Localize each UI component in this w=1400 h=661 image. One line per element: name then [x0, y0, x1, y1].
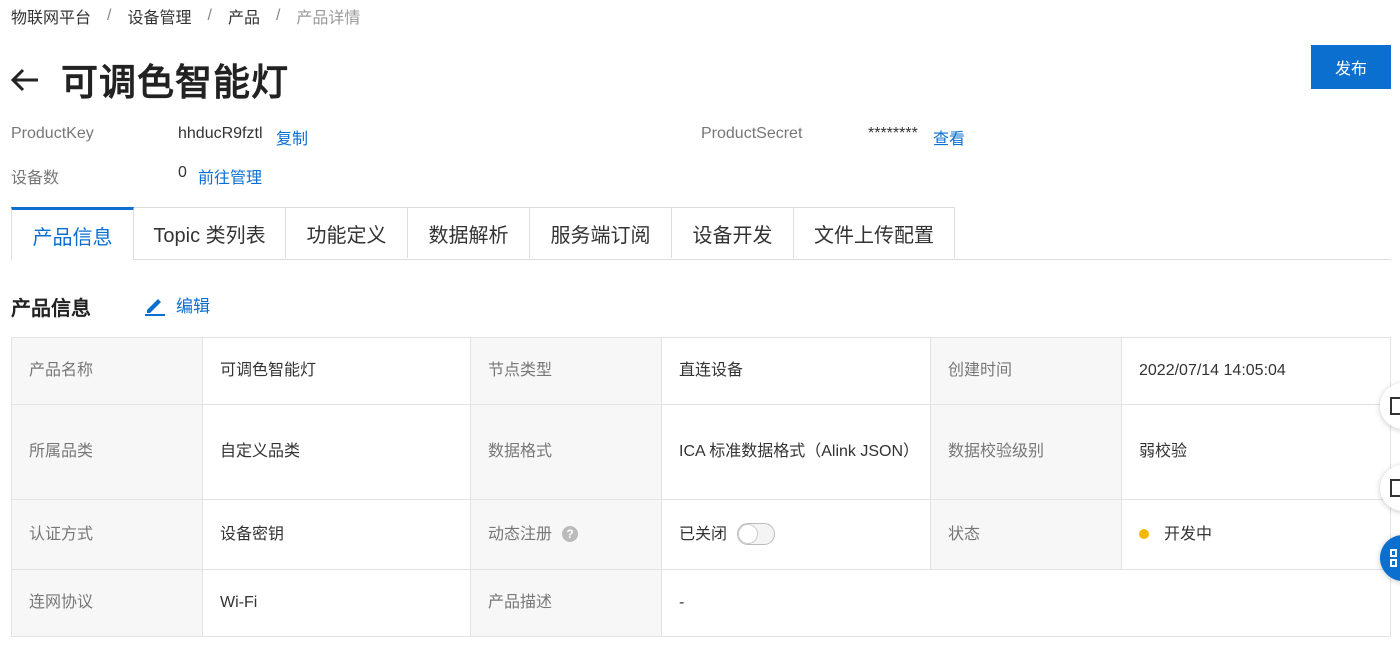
question-circle-icon[interactable]: ? [562, 526, 579, 543]
status-value: 开发中 [1164, 525, 1213, 543]
product-description-value: - [661, 569, 1391, 637]
product-description-label: 产品描述 [470, 569, 662, 637]
edit-button[interactable]: 编辑 [144, 292, 210, 317]
tab-device-development[interactable]: 设备开发 [671, 207, 794, 258]
table-row: 所属品类 自定义品类 数据格式 ICA 标准数据格式（Alink JSON） 数… [11, 404, 1391, 500]
table-row: 产品名称 可调色智能灯 节点类型 直连设备 创建时间 2022/07/14 14… [11, 337, 1391, 405]
tab-function-definition[interactable]: 功能定义 [285, 207, 408, 258]
section-title: 产品信息 [11, 298, 91, 320]
tab-server-subscription[interactable]: 服务端订阅 [529, 207, 672, 258]
tab-data-parsing[interactable]: 数据解析 [407, 207, 530, 258]
network-protocol-value: Wi-Fi [202, 569, 471, 637]
product-info-table: 产品名称 可调色智能灯 节点类型 直连设备 创建时间 2022/07/14 14… [11, 337, 1391, 637]
product-name-label: 产品名称 [11, 337, 203, 405]
data-format-label: 数据格式 [470, 404, 662, 500]
auth-method-label: 认证方式 [11, 499, 203, 570]
device-count-label: 设备数 [11, 170, 60, 187]
breadcrumb-separator: / [275, 7, 281, 24]
product-secret-label: ProductSecret [701, 125, 803, 142]
verify-level-value: 弱校验 [1121, 404, 1391, 500]
tab-product-info[interactable]: 产品信息 [11, 207, 134, 260]
document-icon [1390, 479, 1400, 497]
table-row: 连网协议 Wi-Fi 产品描述 - [11, 569, 1391, 637]
tab-file-upload-config[interactable]: 文件上传配置 [793, 207, 955, 258]
breadcrumb-item-current: 产品详情 [296, 10, 361, 27]
tab-topic-list[interactable]: Topic 类列表 [133, 207, 286, 258]
breadcrumb-separator: / [107, 7, 112, 24]
toggle-knob [739, 525, 758, 544]
category-value: 自定义品类 [202, 404, 471, 500]
dynamic-registration-toggle[interactable] [737, 523, 776, 546]
node-type-label: 节点类型 [470, 337, 662, 405]
view-secret-link[interactable]: 查看 [933, 125, 965, 149]
tab-bar: 产品信息 Topic 类列表 功能定义 数据解析 服务端订阅 设备开发 文件上传… [11, 207, 1391, 260]
auth-method-value: 设备密钥 [202, 499, 471, 570]
status-label: 状态 [930, 499, 1122, 570]
grid-icon [1390, 549, 1397, 567]
manage-devices-link[interactable]: 前往管理 [198, 164, 262, 188]
data-format-value: ICA 标准数据格式（Alink JSON） [661, 404, 931, 500]
publish-button[interactable]: 发布 [1311, 45, 1391, 89]
document-icon [1390, 397, 1400, 415]
copy-product-key-link[interactable]: 复制 [276, 125, 308, 149]
created-time-value: 2022/07/14 14:05:04 [1121, 337, 1391, 405]
breadcrumb-item-device-mgmt[interactable]: 设备管理 [127, 4, 191, 28]
status-dot [1139, 529, 1149, 540]
page-title: 可调色智能灯 [61, 62, 289, 103]
product-secret-value: ******** [868, 125, 918, 142]
breadcrumb-separator: / [207, 7, 212, 24]
dynamic-registration-label-cell: 动态注册? [470, 499, 662, 570]
dynamic-registration-cell: 已关闭 [661, 499, 931, 570]
table-row: 认证方式 设备密钥 动态注册? 已关闭 状态 开发中 [11, 499, 1391, 570]
dynamic-registration-label: 动态注册 [488, 525, 553, 543]
edit-label: 编辑 [176, 297, 210, 316]
arrow-left-icon[interactable] [10, 64, 42, 96]
pencil-icon [145, 298, 165, 316]
device-count-value: 0 [178, 164, 187, 181]
breadcrumb: 物联网平台 / 设备管理 / 产品 / 产品详情 [11, 4, 360, 28]
product-name-value: 可调色智能灯 [202, 337, 471, 405]
dynamic-registration-value: 已关闭 [679, 525, 728, 543]
product-key-label: ProductKey [11, 125, 94, 142]
network-protocol-label: 连网协议 [11, 569, 203, 637]
product-key-value: hhducR9fztl [178, 125, 263, 142]
status-cell: 开发中 [1121, 499, 1391, 570]
created-time-label: 创建时间 [930, 337, 1122, 405]
category-label: 所属品类 [11, 404, 203, 500]
breadcrumb-item-product[interactable]: 产品 [228, 4, 260, 28]
breadcrumb-item-platform[interactable]: 物联网平台 [11, 4, 91, 28]
node-type-value: 直连设备 [661, 337, 931, 405]
verify-level-label: 数据校验级别 [930, 404, 1122, 500]
